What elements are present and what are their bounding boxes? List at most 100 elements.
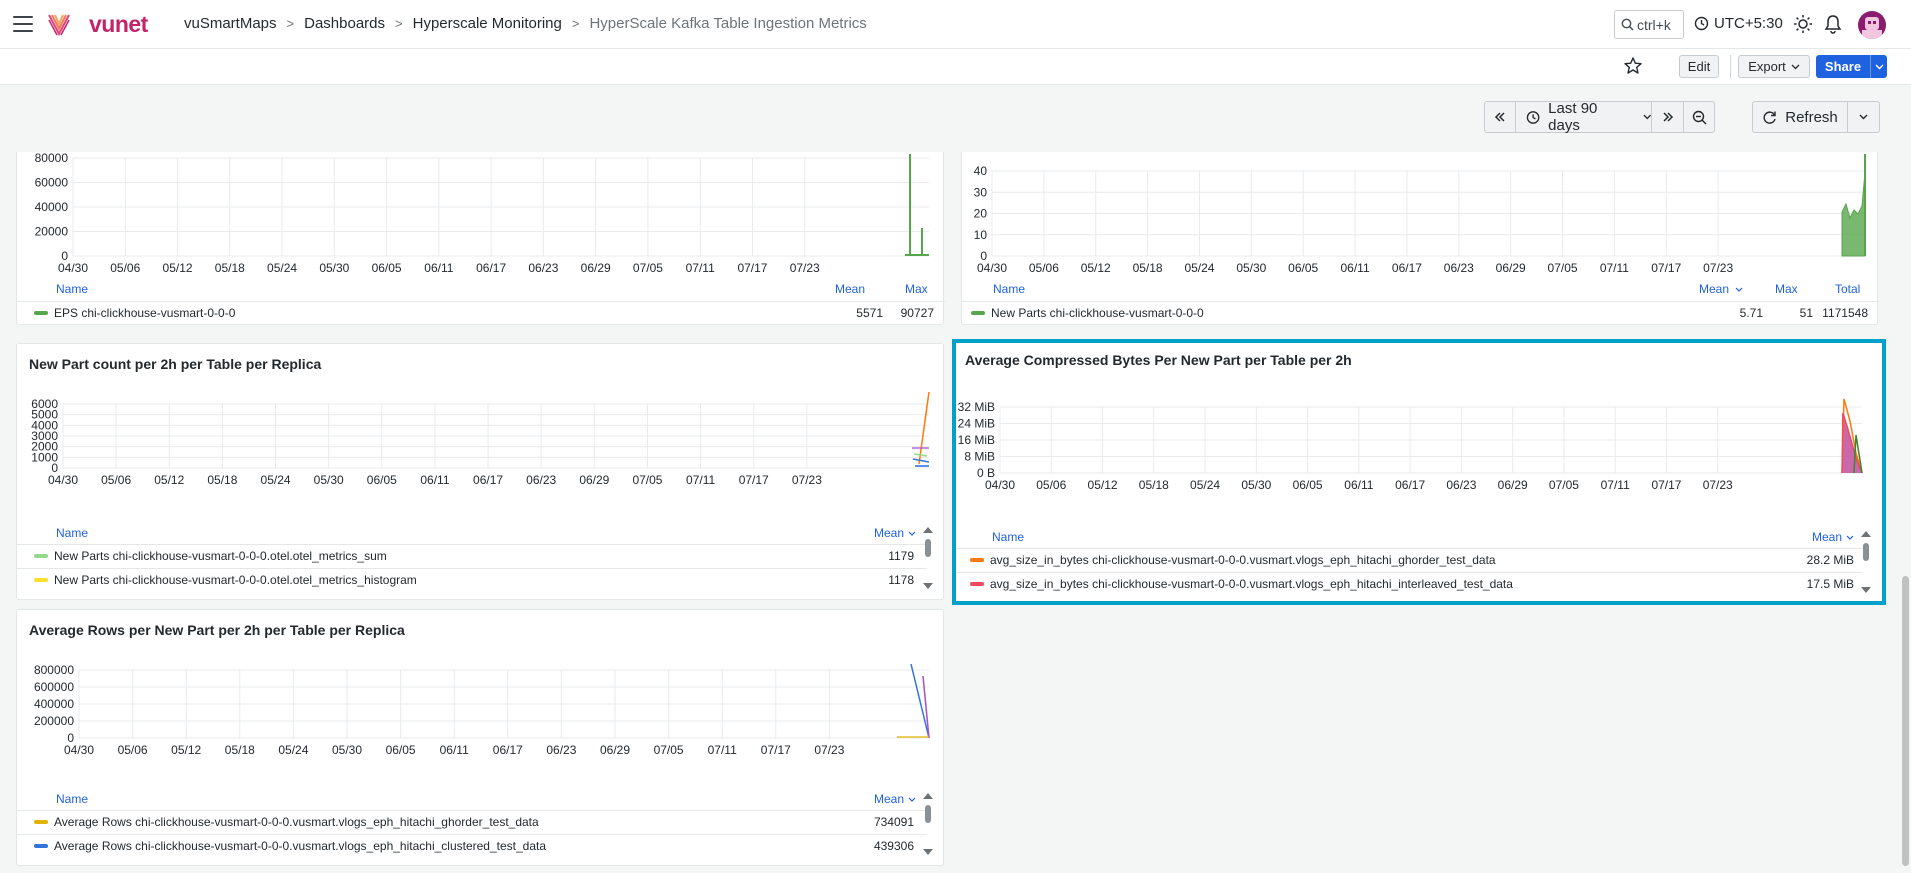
refresh-interval-chevron-icon[interactable] [1847,101,1880,133]
legend-header-name[interactable]: Name [56,282,88,296]
x-tick-label: 05/24 [278,743,308,757]
user-avatar[interactable] [1858,11,1886,39]
series-color-swatch [34,843,48,848]
breadcrumb-dashboards[interactable]: Dashboards [304,15,385,32]
scroll-thumb[interactable] [925,539,931,557]
series-name: avg_size_in_bytes chi-clickhouse-vusmart… [990,552,1496,567]
series-line [913,453,928,457]
breadcrumb-hyperscale-monitoring[interactable]: Hyperscale Monitoring [413,15,562,32]
legend-scrollbar[interactable] [923,527,933,592]
y-tick-label: 20000 [35,225,69,239]
vunet-logo-icon[interactable] [46,12,72,43]
legend-header-mean[interactable]: Mean [1699,282,1729,296]
x-tick-label: 07/23 [790,261,820,275]
legend-row[interactable]: avg_size_in_bytes chi-clickhouse-vusmart… [956,548,1862,570]
legend-header-mean[interactable]: Mean [835,282,865,296]
refresh-button[interactable]: Refresh [1752,101,1848,133]
legend-header-name[interactable]: Name [56,526,88,540]
sort-desc-icon[interactable] [1735,287,1743,292]
legend-row[interactable]: avg_size_in_bytes chi-clickhouse-vusmart… [956,572,1862,594]
x-tick-label: 05/12 [163,261,193,275]
theme-sun-icon[interactable] [1793,14,1813,34]
time-shift-back-icon[interactable] [1484,101,1516,133]
legend-header-max[interactable]: Max [1775,282,1798,296]
legend-row[interactable]: EPS chi-clickhouse-vusmart-0-0-0 5571 90… [17,301,945,323]
breadcrumb-vusmartmaps[interactable]: vuSmartMaps [184,15,277,32]
sort-desc-icon[interactable] [908,531,916,536]
series-color-swatch [34,819,48,824]
time-shift-forward-icon[interactable] [1651,101,1684,133]
series-mean: 1179 [888,548,914,563]
x-tick-label: 06/23 [1446,478,1476,492]
legend-header-total[interactable]: Total [1835,282,1860,296]
timezone-display[interactable]: UTC+5:30 [1694,15,1783,32]
sort-desc-icon[interactable] [1846,535,1854,540]
x-tick-label: 07/17 [1651,478,1681,492]
x-tick-label: 07/05 [1548,261,1578,275]
x-tick-label: 06/29 [600,743,630,757]
legend-row[interactable]: Average Rows chi-clickhouse-vusmart-0-0-… [17,834,927,856]
y-tick-label: 10 [974,228,988,242]
share-options-chevron-icon[interactable] [1870,55,1887,78]
series-total: 1171548 [1822,305,1868,320]
x-tick-label: 05/12 [171,743,201,757]
part-count-panel[interactable]: New Part count per 2h per Table per Repl… [16,343,944,600]
scroll-up-icon[interactable] [923,793,933,799]
x-tick-label: 07/23 [792,473,822,487]
new-parts-panel[interactable]: 40 30 20 10 0 04/30 05/06 05/12 05/18 05/24 05/30 0… [961,152,1879,325]
x-tick-label: 06/11 [1344,478,1373,492]
favorite-star-icon[interactable] [1622,55,1644,77]
time-range-picker[interactable]: Last 90 days [1515,100,1652,134]
series-line [918,391,930,465]
legend-row[interactable]: Average Rows chi-clickhouse-vusmart-0-0-… [17,810,927,832]
notifications-bell-icon[interactable] [1823,14,1843,34]
x-tick-label: 05/18 [1139,478,1169,492]
share-label[interactable]: Share [1816,55,1870,78]
scroll-thumb[interactable] [1863,543,1869,561]
share-button[interactable]: Share [1816,55,1887,78]
sort-desc-icon[interactable] [908,797,916,802]
eps-panel[interactable]: 80000 60000 40000 20000 0 04/30 05/06 05/12 05/1… [16,152,945,325]
legend-header-name[interactable]: Name [992,530,1024,544]
series-color-swatch [971,310,985,315]
page-scroll-thumb[interactable] [1902,576,1909,866]
x-tick-label: 05/24 [267,261,297,275]
legend-header-name[interactable]: Name [56,792,88,806]
scroll-down-icon[interactable] [923,583,933,589]
scroll-down-icon[interactable] [1861,587,1871,593]
scroll-up-icon[interactable] [1861,531,1871,537]
legend-header-mean[interactable]: Mean [874,526,904,540]
legend-row[interactable]: New Parts chi-clickhouse-vusmart-0-0-0.o… [17,544,927,566]
menu-icon[interactable] [13,16,33,32]
edit-button[interactable]: Edit [1679,55,1719,78]
series-color-swatch [34,310,48,315]
legend-header-max[interactable]: Max [905,282,928,296]
scroll-down-icon[interactable] [923,849,933,855]
legend-scrollbar[interactable] [1861,531,1871,596]
export-button[interactable]: Export [1738,55,1810,78]
legend-header-mean[interactable]: Mean [1812,530,1842,544]
legend-header-mean[interactable]: Mean [874,792,904,806]
legend-header-name[interactable]: Name [993,282,1025,296]
compressed-bytes-panel[interactable]: Average Compressed Bytes Per New Part pe… [952,339,1886,605]
y-tick-label: 200000 [34,714,74,728]
legend-scrollbar[interactable] [923,793,933,858]
search-input[interactable]: ctrl+k [1614,10,1684,39]
scroll-up-icon[interactable] [923,527,933,533]
x-tick-label: 04/30 [64,743,94,757]
y-tick-label: 8 MiB [964,450,995,464]
legend-row[interactable]: New Parts chi-clickhouse-vusmart-0-0-0 5… [962,301,1879,323]
avg-rows-panel[interactable]: Average Rows per New Part per 2h per Tab… [16,609,944,866]
legend-row[interactable]: New Parts chi-clickhouse-vusmart-0-0-0.o… [17,568,927,590]
x-tick-label: 06/11 [420,473,449,487]
x-tick-label: 06/23 [546,743,576,757]
zoom-out-icon[interactable] [1683,101,1715,133]
x-tick-label: 05/06 [1036,478,1066,492]
scroll-thumb[interactable] [925,805,931,823]
series-mean: 439306 [873,838,914,853]
page-scrollbar[interactable] [1900,86,1911,873]
series-name: Average Rows chi-clickhouse-vusmart-0-0-… [54,814,539,829]
x-tick-label: 07/17 [1651,261,1681,275]
x-tick-label: 05/06 [1029,261,1059,275]
brand-name[interactable]: vunet [89,11,148,38]
